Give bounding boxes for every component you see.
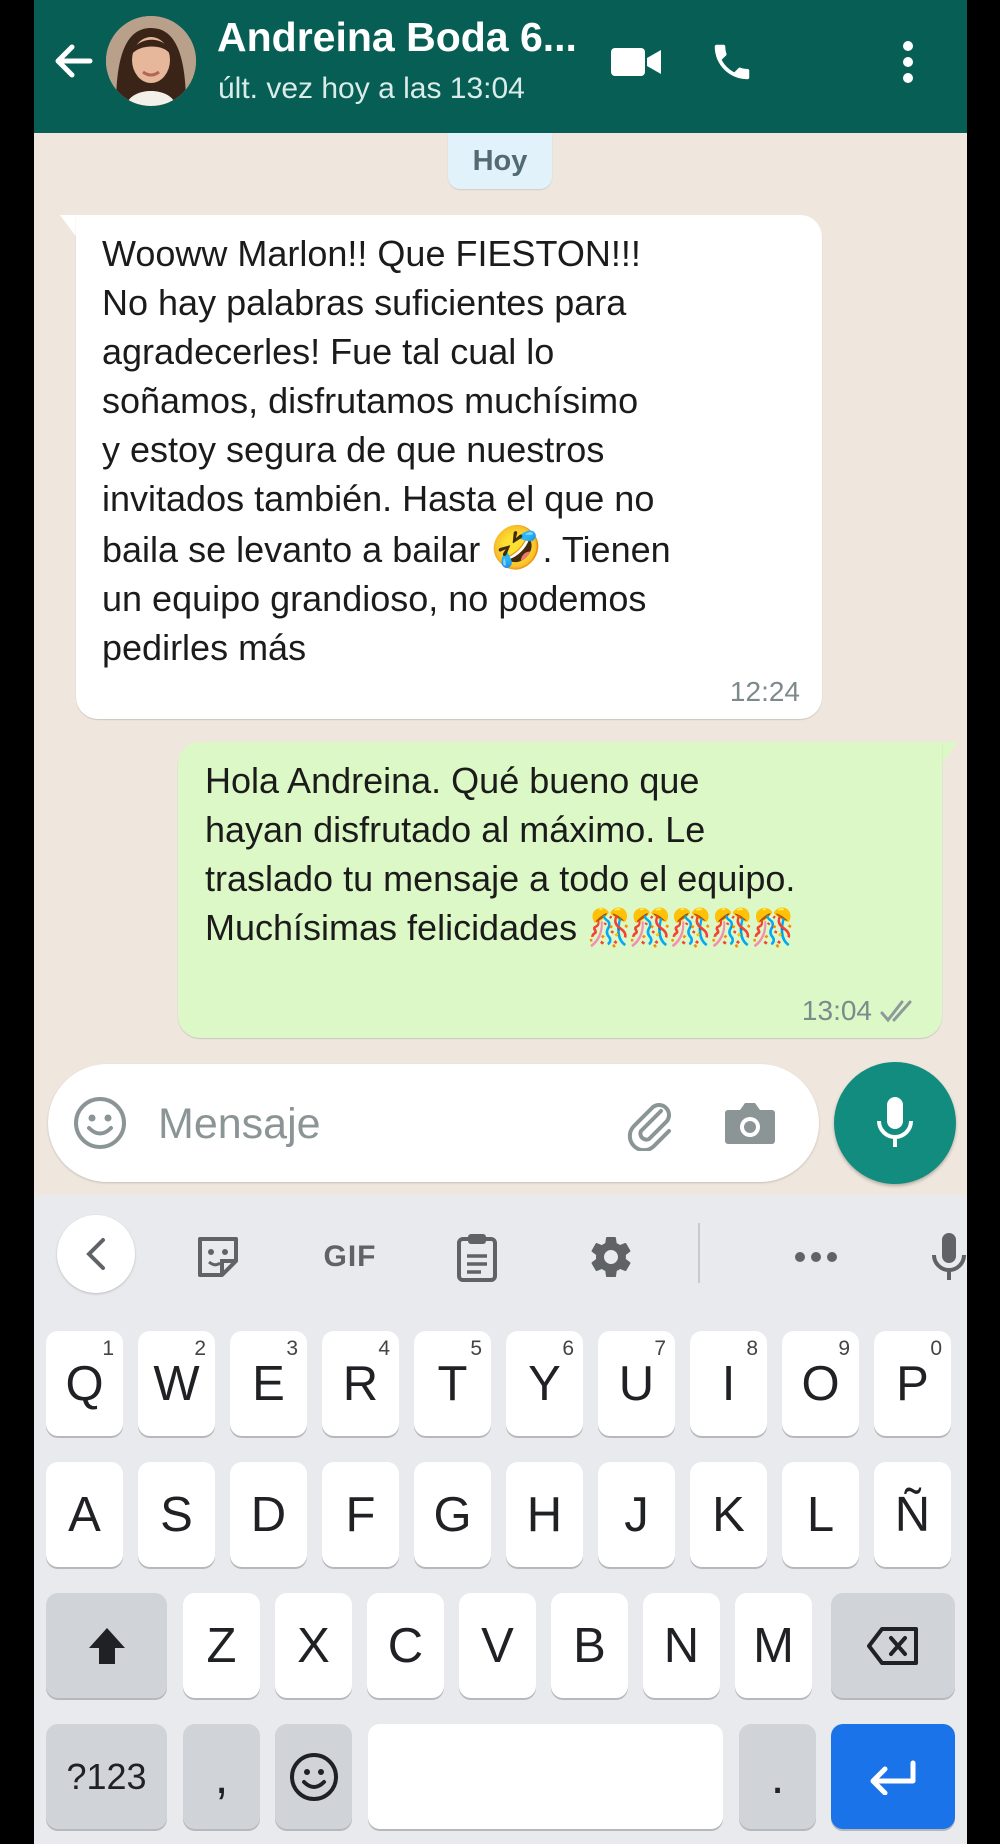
key-label: W bbox=[153, 1356, 200, 1411]
emoji-icon[interactable] bbox=[70, 1093, 130, 1153]
comma-key[interactable]: , bbox=[183, 1724, 260, 1829]
key-17[interactable]: J bbox=[598, 1462, 675, 1567]
video-call-icon[interactable] bbox=[606, 32, 666, 92]
toolbar-divider bbox=[698, 1223, 700, 1283]
outgoing-message-time: 13:04 bbox=[802, 996, 920, 1026]
outgoing-message-text: Hola Andreina. Qué bueno que hayan disfr… bbox=[205, 760, 796, 948]
gif-icon[interactable]: GIF bbox=[311, 1220, 389, 1294]
key-label: O bbox=[801, 1356, 840, 1411]
more-options-icon[interactable] bbox=[878, 32, 938, 92]
key-24[interactable]: V bbox=[459, 1593, 536, 1698]
key-label: R bbox=[342, 1356, 379, 1411]
voice-message-button[interactable] bbox=[834, 1062, 956, 1184]
key-number-hint: 1 bbox=[102, 1337, 114, 1360]
key-number-hint: 6 bbox=[562, 1337, 574, 1360]
key-i[interactable]: I8 bbox=[690, 1331, 767, 1436]
attach-icon[interactable] bbox=[619, 1093, 679, 1153]
key-number-hint: 4 bbox=[378, 1337, 390, 1360]
backspace-key[interactable] bbox=[831, 1593, 955, 1698]
key-label: E bbox=[252, 1356, 285, 1411]
key-23[interactable]: C bbox=[367, 1593, 444, 1698]
key-o[interactable]: O9 bbox=[782, 1331, 859, 1436]
more-icon[interactable] bbox=[777, 1220, 855, 1294]
key-21[interactable]: Z bbox=[183, 1593, 260, 1698]
key-y[interactable]: Y6 bbox=[506, 1331, 583, 1436]
on-screen-keyboard: GIF Q1W2E3R4T5Y6U7I8O9P0 ASDFGHJKLÑ Z X … bbox=[34, 1195, 967, 1844]
phone-call-icon[interactable] bbox=[702, 32, 762, 92]
key-w[interactable]: W2 bbox=[138, 1331, 215, 1436]
whatsapp-screen: Andreina Boda 6... últ. vez hoy a las 13… bbox=[34, 0, 967, 1844]
key-13[interactable]: D bbox=[230, 1462, 307, 1567]
key-11[interactable]: A bbox=[46, 1462, 123, 1567]
sticker-icon[interactable] bbox=[179, 1220, 257, 1294]
key-16[interactable]: H bbox=[506, 1462, 583, 1567]
key-number-hint: 5 bbox=[470, 1337, 482, 1360]
confetti-emoji: 🎊🎊🎊🎊🎊 bbox=[587, 907, 795, 948]
message-input[interactable]: Mensaje bbox=[158, 1100, 321, 1149]
key-12[interactable]: S bbox=[138, 1462, 215, 1567]
key-label: P bbox=[896, 1356, 929, 1411]
outgoing-message[interactable]: Hola Andreina. Qué bueno que hayan disfr… bbox=[178, 742, 942, 1038]
key-number-hint: 7 bbox=[654, 1337, 666, 1360]
key-18[interactable]: K bbox=[690, 1462, 767, 1567]
incoming-message-time: 12:24 bbox=[729, 676, 800, 707]
settings-icon[interactable] bbox=[572, 1220, 650, 1294]
enter-key[interactable] bbox=[831, 1724, 955, 1829]
outgoing-bubble-tail bbox=[940, 742, 958, 766]
keyboard-toolbar: GIF bbox=[34, 1195, 967, 1311]
key-26[interactable]: N bbox=[643, 1593, 720, 1698]
rofl-emoji: 🤣 bbox=[490, 524, 543, 571]
enter-icon bbox=[870, 1760, 916, 1795]
key-22[interactable]: X bbox=[275, 1593, 352, 1698]
key-25[interactable]: B bbox=[551, 1593, 628, 1698]
collapse-icon[interactable] bbox=[57, 1215, 135, 1293]
microphone-icon bbox=[877, 1097, 913, 1147]
key-number-hint: 8 bbox=[746, 1337, 758, 1360]
read-ticks-icon bbox=[880, 1000, 912, 1023]
voice-input-icon[interactable] bbox=[910, 1220, 967, 1294]
key-label: I bbox=[721, 1356, 736, 1411]
key-15[interactable]: G bbox=[414, 1462, 491, 1567]
camera-icon[interactable] bbox=[720, 1093, 780, 1153]
key-19[interactable]: L bbox=[782, 1462, 859, 1567]
emoji-keyboard-icon bbox=[289, 1752, 338, 1801]
key-number-hint: 2 bbox=[194, 1337, 206, 1360]
incoming-message-text: Wooww Marlon!! Que FIESTON!!! No hay pal… bbox=[102, 233, 671, 668]
key-p[interactable]: P0 bbox=[874, 1331, 951, 1436]
key-14[interactable]: F bbox=[322, 1462, 399, 1567]
key-q[interactable]: Q1 bbox=[46, 1331, 123, 1436]
key-27[interactable]: M bbox=[735, 1593, 812, 1698]
space-key[interactable] bbox=[368, 1724, 723, 1829]
chat-header: Andreina Boda 6... últ. vez hoy a las 13… bbox=[34, 0, 967, 133]
key-label: Q bbox=[65, 1356, 104, 1411]
key-number-hint: 0 bbox=[930, 1337, 942, 1360]
backspace-icon bbox=[867, 1626, 918, 1665]
incoming-message[interactable]: Wooww Marlon!! Que FIESTON!!! No hay pal… bbox=[76, 215, 822, 719]
back-arrow-icon[interactable] bbox=[48, 36, 98, 86]
key-r[interactable]: R4 bbox=[322, 1331, 399, 1436]
shift-icon bbox=[88, 1627, 125, 1664]
emoji-key[interactable] bbox=[275, 1724, 352, 1829]
symbols-key[interactable]: ?123 bbox=[46, 1724, 167, 1829]
key-number-hint: 9 bbox=[838, 1337, 850, 1360]
key-t[interactable]: T5 bbox=[414, 1331, 491, 1436]
message-list[interactable]: Hoy Wooww Marlon!! Que FIESTON!!! No hay… bbox=[34, 133, 967, 1195]
last-seen-status: últ. vez hoy a las 13:04 bbox=[218, 72, 525, 105]
key-e[interactable]: E3 bbox=[230, 1331, 307, 1436]
key-number-hint: 3 bbox=[286, 1337, 298, 1360]
key-20[interactable]: Ñ bbox=[874, 1462, 951, 1567]
shift-key[interactable] bbox=[46, 1593, 167, 1698]
key-label: Y bbox=[528, 1356, 561, 1411]
key-label: U bbox=[618, 1356, 655, 1411]
date-separator: Hoy bbox=[448, 133, 552, 189]
message-composer: Mensaje bbox=[48, 1064, 819, 1182]
contact-name[interactable]: Andreina Boda 6... bbox=[217, 14, 577, 61]
clipboard-icon[interactable] bbox=[438, 1220, 516, 1294]
contact-avatar[interactable] bbox=[106, 16, 196, 106]
period-key[interactable]: . bbox=[739, 1724, 816, 1829]
key-u[interactable]: U7 bbox=[598, 1331, 675, 1436]
key-label: T bbox=[437, 1356, 468, 1411]
